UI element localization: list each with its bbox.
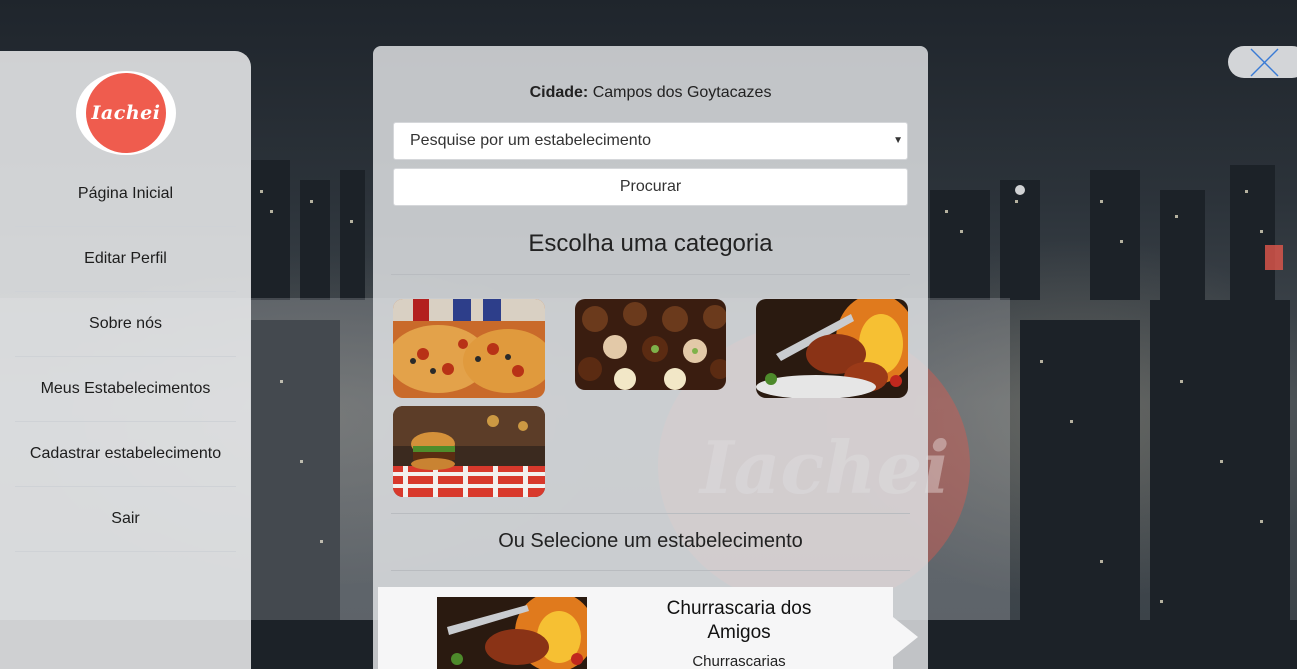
pizza-image (393, 299, 545, 398)
burger-image (393, 406, 545, 497)
category-tile-doces[interactable] (575, 299, 726, 390)
category-tile-churrascarias[interactable] (756, 299, 908, 398)
sidebar-item-cadastrar-estabelecimento[interactable]: Cadastrar estabelecimento (15, 422, 236, 487)
category-tile-pizza[interactable] (393, 299, 545, 398)
city-value: Campos dos Goytacazes (592, 84, 772, 101)
establishment-image (437, 597, 587, 669)
logo[interactable]: Iachei (76, 71, 176, 155)
logo-text: Iachei (91, 102, 161, 124)
logo-circle: Iachei (86, 73, 166, 153)
divider (391, 513, 910, 514)
category-heading: Escolha uma categoria (528, 230, 773, 257)
establishment-heading: Ou Selecione um estabelecimento (498, 530, 803, 552)
close-button[interactable] (1228, 46, 1297, 78)
sidebar-item-meus-estabelecimentos[interactable]: Meus Estabelecimentos (15, 357, 236, 422)
establishment-name: Churrascaria dos Amigos (666, 598, 812, 643)
sidebar-item-sair[interactable]: Sair (15, 487, 236, 552)
barbecue-image (756, 299, 908, 398)
establishment-category: Churrascarias (692, 653, 786, 669)
search-panel: Cidade: Campos dos Goytacazes Pesquise p… (373, 46, 928, 669)
chevron-down-icon: ▼ (893, 135, 903, 146)
sidebar-nav: Página Inicial Editar Perfil Sobre nós M… (15, 162, 236, 552)
sidebar: Iachei Página Inicial Editar Perfil Sobr… (0, 51, 251, 669)
establishment-select-value: Pesquise por um estabelecimento (410, 132, 652, 149)
city-line: Cidade: Campos dos Goytacazes (373, 84, 928, 102)
establishment-card[interactable]: Churrascaria dos Amigos Churrascarias (378, 587, 918, 669)
divider (391, 570, 910, 571)
category-tile-lanches[interactable] (393, 406, 545, 497)
establishment-select[interactable]: Pesquise por um estabelecimento ▼ (393, 122, 908, 160)
city-label: Cidade: (529, 84, 589, 101)
sidebar-item-sobre-nos[interactable]: Sobre nós (15, 292, 236, 357)
arrow-right-icon (893, 617, 918, 657)
search-button[interactable]: Procurar (393, 168, 908, 206)
sidebar-item-pagina-inicial[interactable]: Página Inicial (15, 162, 236, 227)
barbecue-image (437, 597, 587, 669)
chocolates-image (575, 299, 726, 390)
close-icon (1250, 48, 1279, 77)
sidebar-item-editar-perfil[interactable]: Editar Perfil (15, 227, 236, 292)
divider (391, 274, 910, 275)
